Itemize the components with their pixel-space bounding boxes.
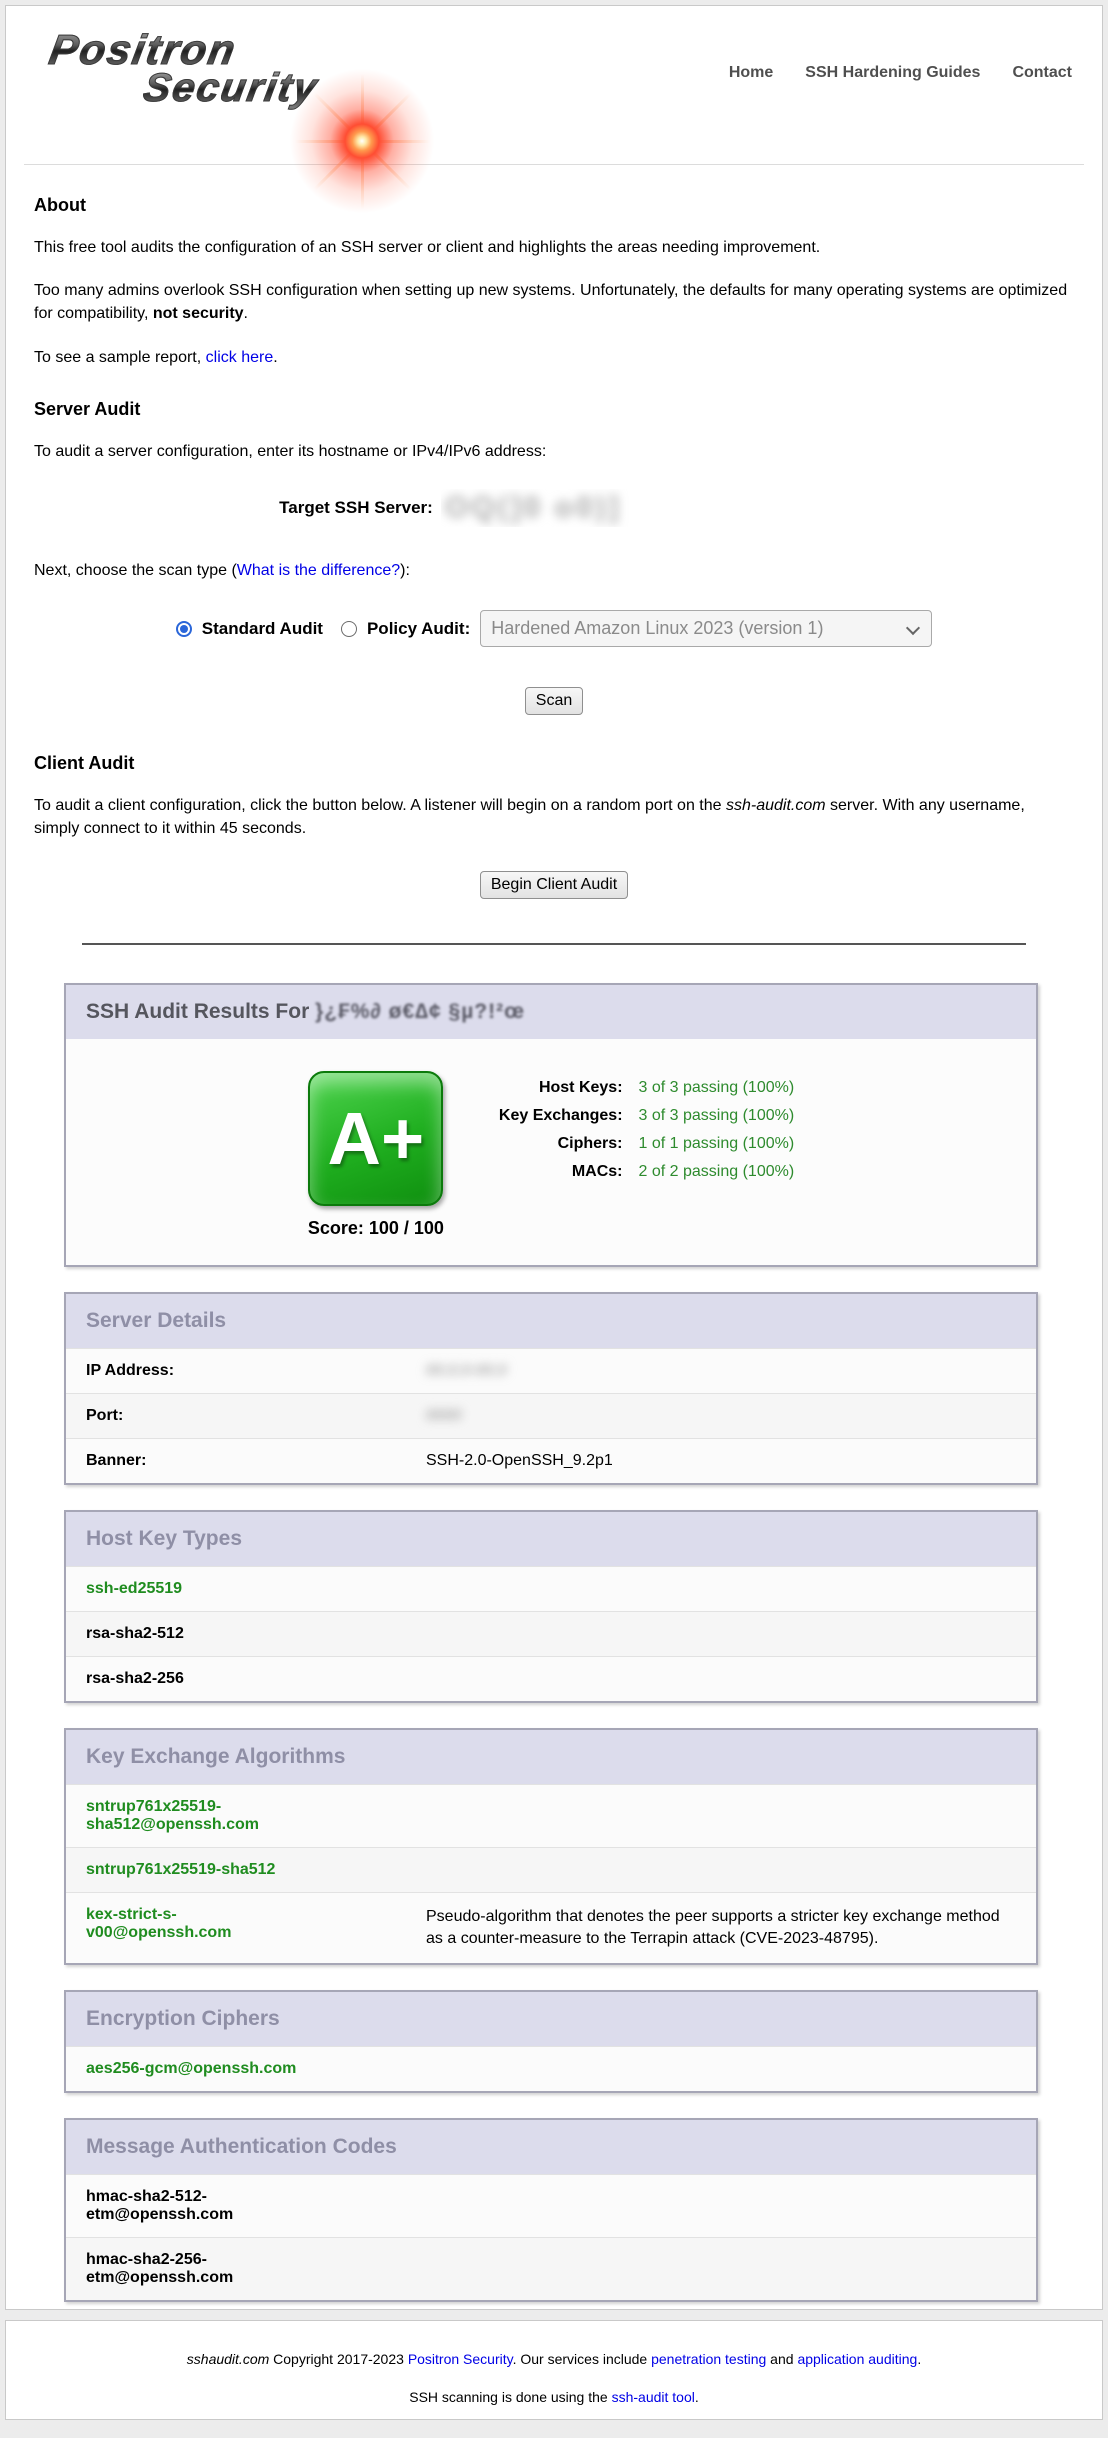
site-footer: sshaudit.com Copyright 2017-2023 Positro…	[5, 2320, 1103, 2420]
footer-penetration-testing-link[interactable]: penetration testing	[651, 2351, 766, 2367]
cipher-aes256-gcm: aes256-gcm@openssh.com	[86, 2060, 296, 2078]
standard-audit-label: Standard Audit	[202, 619, 323, 639]
redacted-port: ####	[426, 1407, 462, 1424]
table-row: IP Address: ##.#.#-##.#	[66, 1348, 1036, 1393]
policy-select-value: Hardened Amazon Linux 2023 (version 1)	[491, 618, 823, 638]
main-panel: Positron Security Home SSH Hardening Gui…	[5, 5, 1103, 2310]
host-key-rsa-sha2-256: rsa-sha2-256	[86, 1670, 184, 1688]
table-row: aes256-gcm@openssh.com	[66, 2046, 1036, 2091]
policy-audit-radio[interactable]	[341, 621, 357, 637]
table-row: kex-strict-s-v00@openssh.com Pseudo-algo…	[66, 1892, 1036, 1964]
redacted-target-value: OQ(]0 o0)]	[445, 491, 622, 525]
positron-security-logo[interactable]: Positron Security	[32, 26, 452, 156]
host-key-types-heading: Host Key Types	[66, 1512, 1036, 1566]
sample-report-link[interactable]: click here	[206, 349, 274, 366]
client-audit-intro: To audit a client configuration, click t…	[34, 794, 1074, 840]
host-key-rsa-sha2-512: rsa-sha2-512	[86, 1625, 184, 1643]
results-divider	[82, 943, 1026, 945]
key-exchange-box: Key Exchange Algorithms sntrup761x25519-…	[64, 1728, 1038, 1966]
footer-line2: SSH scanning is done using the ssh-audit…	[6, 2387, 1102, 2407]
host-key-types-box: Host Key Types ssh-ed25519 rsa-sha2-512 …	[64, 1510, 1038, 1703]
macs-box: Message Authentication Codes hmac-sha2-5…	[64, 2118, 1038, 2302]
about-p1: This free tool audits the configuration …	[34, 236, 1074, 259]
nav-contact[interactable]: Contact	[1012, 64, 1072, 82]
grade-badge: A+	[308, 1071, 443, 1206]
table-row: sntrup761x25519-sha512@openssh.com	[66, 1784, 1036, 1847]
mac-hmac-sha2-512-etm: hmac-sha2-512-etm@openssh.com	[86, 2188, 298, 2224]
footer-ssh-audit-tool-link[interactable]: ssh-audit tool	[612, 2389, 695, 2405]
stat-label-ciphers: Ciphers:	[499, 1135, 623, 1153]
about-heading: About	[34, 195, 1074, 216]
port-label: Port:	[86, 1407, 426, 1425]
scan-button[interactable]: Scan	[525, 687, 583, 715]
scan-type-text: Next, choose the scan type (What is the …	[34, 559, 1074, 582]
banner-label: Banner:	[86, 1452, 426, 1470]
ssh-audit-com-italic: ssh-audit.com	[726, 797, 826, 814]
stat-label-macs: MACs:	[499, 1163, 623, 1181]
server-audit-intro: To audit a server configuration, enter i…	[34, 440, 1074, 463]
client-audit-heading: Client Audit	[34, 753, 1074, 774]
target-ssh-server-label: Target SSH Server:	[279, 498, 433, 518]
ssh-audit-results-box: SSH Audit Results For }¿₣%∂ ø€∆¢ §µ?!²œ …	[64, 983, 1038, 1267]
table-row: rsa-sha2-256	[66, 1656, 1036, 1701]
scan-type-difference-link[interactable]: What is the difference?	[237, 562, 400, 579]
score-label: Score: 100 / 100	[308, 1218, 444, 1239]
kex-strict-note: Pseudo-algorithm that denotes the peer s…	[426, 1906, 1016, 1951]
ip-address-label: IP Address:	[86, 1362, 426, 1380]
table-row: sntrup761x25519-sha512	[66, 1847, 1036, 1892]
footer-positron-security-link[interactable]: Positron Security	[408, 2351, 513, 2367]
not-security-emphasis: not security	[153, 305, 244, 322]
stat-value-key-exchanges: 3 of 3 passing (100%)	[639, 1107, 795, 1125]
host-key-ssh-ed25519: ssh-ed25519	[86, 1580, 182, 1598]
results-stats: Host Keys: 3 of 3 passing (100%) Key Exc…	[499, 1079, 794, 1239]
results-box-heading: SSH Audit Results For }¿₣%∂ ø€∆¢ §µ?!²œ	[66, 985, 1036, 1039]
encryption-ciphers-box: Encryption Ciphers aes256-gcm@openssh.co…	[64, 1990, 1038, 2093]
stat-label-host-keys: Host Keys:	[499, 1079, 623, 1097]
begin-client-audit-button[interactable]: Begin Client Audit	[480, 871, 628, 899]
server-details-heading: Server Details	[66, 1294, 1036, 1348]
standard-audit-radio[interactable]	[176, 621, 192, 637]
table-row: hmac-sha2-256-etm@openssh.com	[66, 2237, 1036, 2300]
policy-audit-label: Policy Audit:	[367, 619, 470, 639]
key-exchange-heading: Key Exchange Algorithms	[66, 1730, 1036, 1784]
footer-application-auditing-link[interactable]: application auditing	[797, 2351, 917, 2367]
kex-sntrup761x25519-sha512: sntrup761x25519-sha512	[86, 1861, 275, 1879]
redacted-hostname: }¿₣%∂ ø€∆¢ §µ?!²œ	[315, 1000, 525, 1023]
about-p3: To see a sample report, click here.	[34, 346, 1074, 369]
policy-select[interactable]: Hardened Amazon Linux 2023 (version 1)	[480, 610, 932, 647]
stat-value-host-keys: 3 of 3 passing (100%)	[639, 1079, 795, 1097]
stat-value-macs: 2 of 2 passing (100%)	[639, 1163, 795, 1181]
header-divider	[24, 164, 1084, 165]
site-header: Positron Security Home SSH Hardening Gui…	[6, 6, 1102, 156]
about-p2: Too many admins overlook SSH configurati…	[34, 279, 1074, 325]
kex-sntrup761x25519-sha512-openssh: sntrup761x25519-sha512@openssh.com	[86, 1798, 298, 1834]
target-ssh-server-input[interactable]: OQ(]0 o0)]	[441, 489, 829, 527]
banner-value: SSH-2.0-OpenSSH_9.2p1	[426, 1452, 1016, 1470]
stat-value-ciphers: 1 of 1 passing (100%)	[639, 1135, 795, 1153]
footer-line1: sshaudit.com Copyright 2017-2023 Positro…	[6, 2349, 1102, 2369]
table-row: Banner: SSH-2.0-OpenSSH_9.2p1	[66, 1438, 1036, 1483]
server-audit-heading: Server Audit	[34, 399, 1074, 420]
kex-strict-s-v00: kex-strict-s-v00@openssh.com	[86, 1906, 298, 1942]
nav-home[interactable]: Home	[729, 64, 773, 82]
table-row: Port: ####	[66, 1393, 1036, 1438]
table-row: ssh-ed25519	[66, 1566, 1036, 1611]
server-details-box: Server Details IP Address: ##.#.#-##.# P…	[64, 1292, 1038, 1485]
macs-heading: Message Authentication Codes	[66, 2120, 1036, 2174]
nav-ssh-hardening-guides[interactable]: SSH Hardening Guides	[805, 64, 980, 82]
redacted-ip-address: ##.#.#-##.#	[426, 1362, 507, 1379]
stat-label-key-exchanges: Key Exchanges:	[499, 1107, 623, 1125]
footer-sshaudit-com: sshaudit.com	[187, 2351, 269, 2367]
mac-hmac-sha2-256-etm: hmac-sha2-256-etm@openssh.com	[86, 2251, 298, 2287]
table-row: hmac-sha2-512-etm@openssh.com	[66, 2174, 1036, 2237]
table-row: rsa-sha2-512	[66, 1611, 1036, 1656]
logo-text-line2: Security	[140, 66, 322, 111]
encryption-ciphers-heading: Encryption Ciphers	[66, 1992, 1036, 2046]
main-nav: Home SSH Hardening Guides Contact	[729, 64, 1072, 82]
